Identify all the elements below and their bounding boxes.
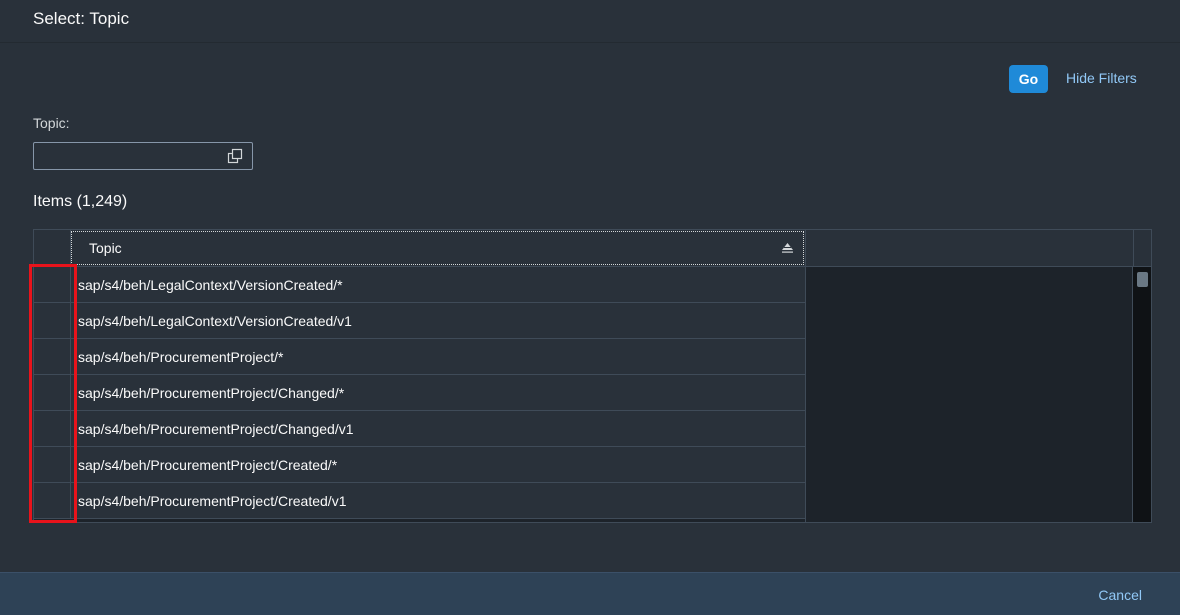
topic-cell: sap/s4/beh/LegalContext/VersionCreated/* — [78, 277, 343, 293]
dialog-header: Select: Topic — [0, 0, 1180, 43]
empty-header-cell — [805, 230, 1134, 266]
table-row[interactable]: sap/s4/beh/ProcurementProject/Created/* — [34, 447, 806, 483]
table-row[interactable]: sap/s4/beh/ProcurementProject/* — [34, 339, 806, 375]
table-row[interactable]: sap/s4/beh/ProcurementProject/Changed/v1 — [34, 411, 806, 447]
topic-cell: sap/s4/beh/ProcurementProject/Created/v1 — [78, 493, 347, 509]
hide-filters-link[interactable]: Hide Filters — [1066, 70, 1137, 86]
dialog-content: Go Hide Filters Topic: Items (1,249) Top… — [0, 43, 1180, 572]
topic-filter-input[interactable] — [33, 142, 253, 170]
selection-column-highlight — [29, 264, 77, 523]
sort-ascending-icon — [782, 243, 793, 253]
table-header: Topic — [34, 230, 1151, 267]
topic-cell: sap/s4/beh/ProcurementProject/Created/* — [78, 457, 338, 473]
scrollbar-thumb[interactable] — [1137, 272, 1148, 287]
table-row[interactable]: sap/s4/beh/LegalContext/VersionCreated/* — [34, 267, 806, 303]
vertical-scrollbar[interactable] — [1132, 267, 1151, 522]
cancel-button[interactable]: Cancel — [1098, 587, 1142, 603]
column-header-label: Topic — [89, 240, 122, 256]
table-row[interactable]: sap/s4/beh/ProcurementProject/Created/v1 — [34, 483, 806, 519]
column-header-topic[interactable]: Topic — [71, 231, 804, 265]
items-count-title: Items (1,249) — [33, 193, 128, 210]
topic-cell: sap/s4/beh/LegalContext/VersionCreated/v… — [78, 313, 352, 329]
topic-filter-label: Topic: — [33, 115, 70, 131]
dialog-footer: Cancel — [0, 572, 1180, 615]
topic-cell: sap/s4/beh/ProcurementProject/Changed/* — [78, 385, 345, 401]
topic-cell: sap/s4/beh/ProcurementProject/Changed/v1 — [78, 421, 354, 437]
items-table: Topic sap/s4/beh/LegalContext/VersionCre… — [33, 229, 1152, 523]
column-divider — [805, 267, 806, 522]
topic-cell: sap/s4/beh/ProcurementProject/* — [78, 349, 284, 365]
value-help-icon[interactable] — [227, 148, 243, 164]
table-row[interactable]: sap/s4/beh/LegalContext/VersionCreated/v… — [34, 303, 806, 339]
select-all-cell[interactable] — [34, 230, 71, 266]
table-body: sap/s4/beh/LegalContext/VersionCreated/*… — [34, 267, 806, 519]
go-button[interactable]: Go — [1009, 65, 1048, 93]
table-row[interactable]: sap/s4/beh/ProcurementProject/Changed/* — [34, 375, 806, 411]
dialog-title: Select: Topic — [33, 9, 130, 28]
